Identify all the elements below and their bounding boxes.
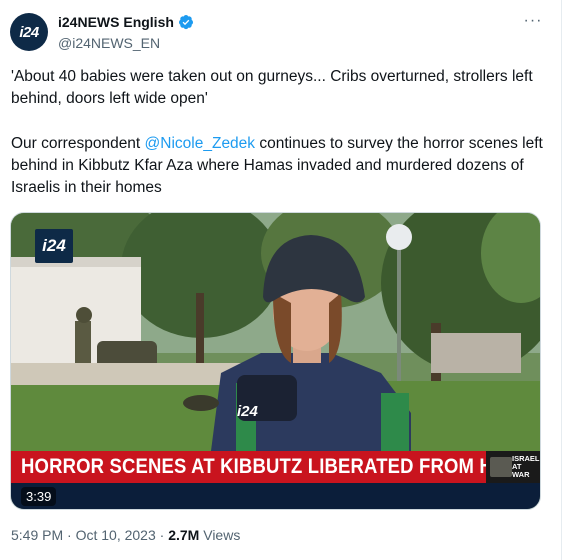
views-label: Views: [203, 527, 241, 543]
body-prefix: Our correspondent: [11, 135, 145, 152]
video-duration: 3:39: [21, 487, 57, 506]
tweet-date[interactable]: Oct 10, 2023: [76, 527, 156, 543]
author-name-row[interactable]: i24NEWS English: [58, 14, 194, 30]
avatar[interactable]: i24: [10, 13, 48, 51]
video-player[interactable]: i24 i24 HORROR SCENES AT KIBBUTZ LIBERAT…: [10, 212, 541, 510]
meta-separator: ·: [159, 527, 165, 543]
tweet-card: i24 i24NEWS English @i24NEWS_EN ··· 'Abo…: [0, 0, 562, 560]
tweet-body: Our correspondent @Nicole_Zedek continue…: [11, 133, 546, 199]
microphone-logo-text: i24: [237, 403, 258, 420]
tweet-time[interactable]: 5:49 PM: [11, 527, 63, 543]
i24-channel-logo: i24: [35, 229, 73, 263]
author-handle[interactable]: @i24NEWS_EN: [58, 35, 160, 51]
badge-thumbnail-icon: [490, 457, 512, 477]
meta-separator: ·: [67, 527, 72, 543]
verified-badge-icon: [178, 15, 193, 30]
badge-text: ISRAEL AT WAR: [512, 454, 540, 479]
mention-link[interactable]: @Nicole_Zedek: [145, 135, 256, 152]
avatar-logo-text: i24: [19, 23, 39, 41]
more-icon[interactable]: ···: [522, 13, 544, 32]
display-name[interactable]: i24NEWS English: [58, 14, 174, 30]
ticker-bar: [11, 483, 540, 509]
channel-logo-text: i24: [42, 236, 66, 255]
headline-banner: HORROR SCENES AT KIBBUTZ LIBERATED FROM …: [11, 451, 540, 483]
headline-text: HORROR SCENES AT KIBBUTZ LIBERATED FROM …: [21, 455, 541, 478]
tweet-quote: 'About 40 babies were taken out on gurne…: [11, 68, 533, 107]
views-count: 2.7M: [168, 527, 200, 543]
israel-at-war-badge: ISRAEL AT WAR: [486, 451, 540, 483]
tweet-meta: 5:49 PM · Oct 10, 2023 · 2.7M Views: [11, 527, 240, 543]
